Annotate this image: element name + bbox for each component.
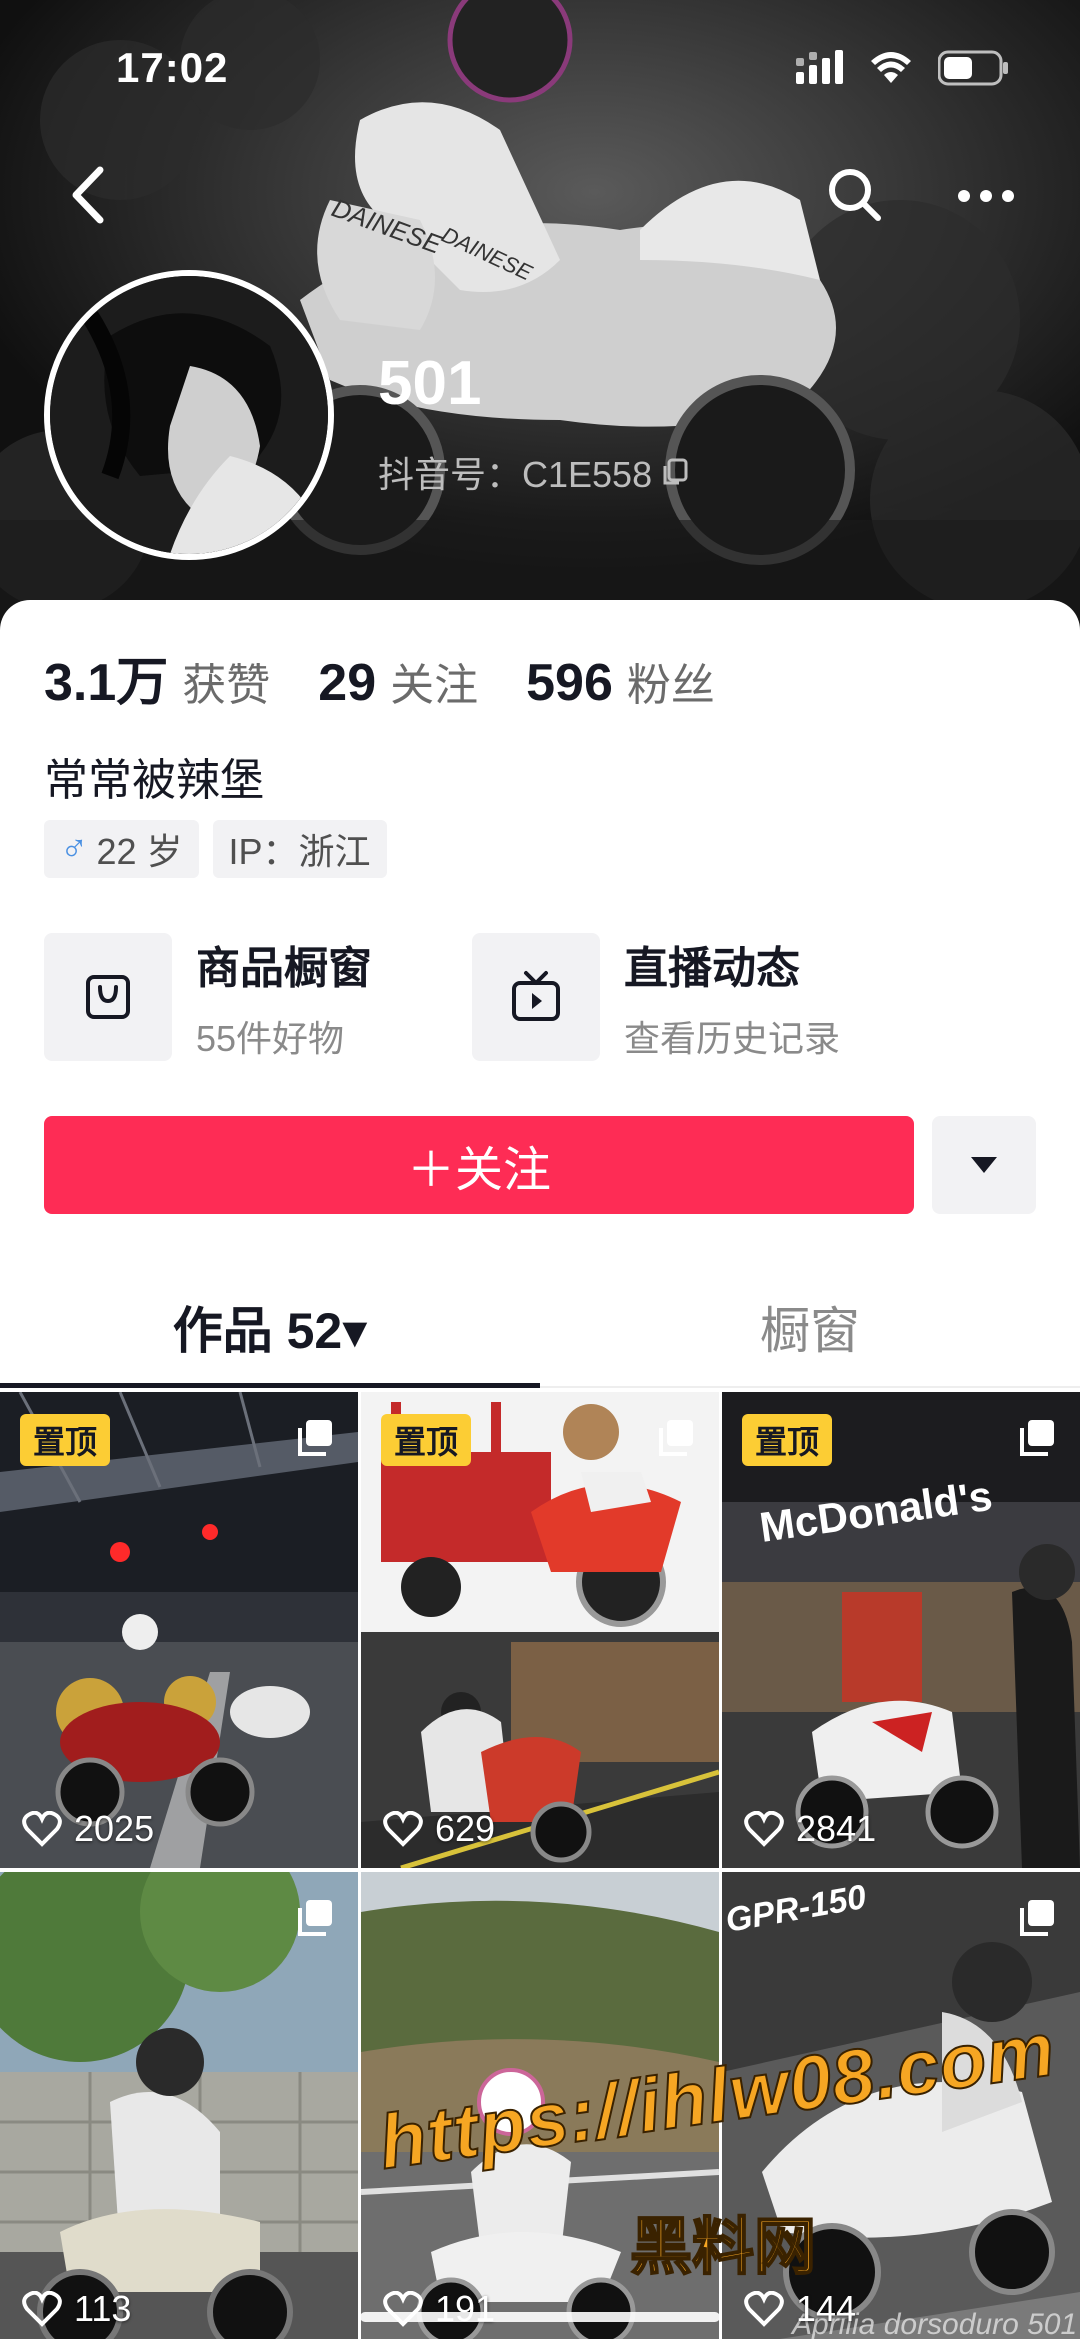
stat-followers-label: 粉丝: [626, 661, 715, 710]
multi-image-icon: [659, 1420, 693, 1456]
tab-showcase[interactable]: 橱窗: [540, 1268, 1080, 1386]
profile-shortcuts: 商品橱窗 55件好物 直播动态 查看历史记录: [44, 932, 900, 1062]
post-item[interactable]: McDonald's 置顶 2841: [722, 1392, 1080, 1868]
stat-likes: 3.1万 获赞: [44, 640, 270, 715]
post-likes-count: 629: [435, 1808, 496, 1849]
tab-active-indicator: [0, 1383, 540, 1388]
tag-ip: IP：浙江: [212, 820, 387, 878]
douyin-id[interactable]: 抖音号：C1E558: [378, 446, 690, 498]
profile-tags: ♂ 22 岁 IP：浙江: [44, 820, 387, 878]
post-item[interactable]: GPR-150 Aprilia dorsoduro 501 144: [722, 1872, 1080, 2339]
more-options-icon[interactable]: [956, 176, 1016, 216]
avatar-image: [50, 276, 328, 554]
post-likes-count: 191: [435, 2288, 496, 2329]
multi-image-icon: [298, 1420, 332, 1456]
shortcut-product-subtitle: 55件好物: [196, 1018, 345, 1059]
multi-image-icon: [1020, 1900, 1054, 1936]
tab-showcase-label: 橱窗: [760, 1303, 860, 1359]
status-bar: 17:02: [0, 0, 1080, 140]
multi-image-icon: [1020, 1420, 1054, 1456]
heart-icon: [22, 1811, 62, 1847]
shortcut-live-subtitle: 查看历史记录: [624, 1018, 841, 1059]
post-item[interactable]: 191: [361, 1872, 719, 2339]
shortcut-live-history[interactable]: 直播动态 查看历史记录: [472, 932, 900, 1062]
stat-following-label: 关注: [390, 661, 479, 710]
profile-bio: 常常被辣堡: [44, 756, 264, 805]
post-likes-count: 2025: [74, 1808, 155, 1849]
status-icons: [796, 50, 1010, 86]
stat-followers-value: 596: [526, 654, 613, 712]
profile-tabs: 作品 52▾ 橱窗: [0, 1268, 1080, 1388]
pinned-badge: 置顶: [381, 1414, 471, 1466]
post-likes: 191: [383, 2288, 495, 2330]
shopping-bag-icon: [44, 933, 172, 1061]
search-icon[interactable]: [824, 164, 884, 224]
post-likes: 2841: [744, 1808, 876, 1850]
stat-following[interactable]: 29 关注: [318, 649, 478, 713]
post-likes-count: 113: [74, 2288, 132, 2329]
home-indicator[interactable]: [360, 2312, 720, 2322]
wifi-icon: [871, 52, 911, 83]
heart-icon: [22, 2291, 62, 2327]
douyin-id-text: 抖音号：C1E558: [378, 454, 653, 495]
heart-icon: [744, 2291, 784, 2327]
stat-likes-value: 3.1万: [44, 654, 169, 712]
follow-button-label: ＋关注: [406, 1144, 551, 1197]
post-item[interactable]: 置顶 629: [361, 1392, 719, 1868]
post-likes: 113: [22, 2288, 131, 2330]
shortcut-product-text: 商品橱窗 55件好物: [196, 932, 372, 1062]
profile-cover: DAINESE DAINESE 17:02 501 抖音号：C1E558: [0, 0, 1080, 640]
tab-works[interactable]: 作品 52▾: [0, 1268, 540, 1388]
battery-icon: [938, 50, 1008, 86]
male-gender-icon: ♂: [60, 827, 89, 870]
post-item[interactable]: 113: [0, 1872, 358, 2339]
shortcut-live-title: 直播动态: [624, 944, 800, 993]
stat-followers[interactable]: 596 粉丝: [526, 649, 715, 713]
post-likes: 2025: [22, 1808, 154, 1850]
follow-dropdown-button[interactable]: [932, 1116, 1036, 1214]
username: 501: [378, 349, 482, 418]
back-arrow-icon[interactable]: [60, 160, 120, 230]
post-item[interactable]: 置顶 2025: [0, 1392, 358, 1868]
post-likes-count: 144: [796, 2288, 857, 2329]
shortcut-product-title: 商品橱窗: [196, 944, 372, 993]
cellular-signal-icon: [796, 50, 843, 84]
tag-age: ♂ 22 岁: [44, 820, 199, 878]
avatar[interactable]: [44, 270, 334, 560]
shortcut-product-showcase[interactable]: 商品橱窗 55件好物: [44, 932, 472, 1062]
multi-image-icon: [298, 1900, 332, 1936]
post-likes-count: 2841: [796, 1808, 877, 1849]
follow-button[interactable]: ＋关注: [44, 1116, 914, 1214]
stat-following-value: 29: [318, 654, 377, 712]
copy-icon[interactable]: [660, 457, 690, 487]
post-thumbnail: GPR-150 Aprilia dorsoduro 501: [722, 1872, 1080, 2339]
status-time: 17:02: [116, 44, 229, 91]
heart-icon: [383, 1811, 423, 1847]
post-thumbnail: [361, 1872, 719, 2339]
tab-works-label: 作品 52▾: [172, 1303, 368, 1359]
heart-icon: [744, 1811, 784, 1847]
post-likes: 144: [744, 2288, 856, 2330]
tv-icon: [472, 933, 600, 1061]
caret-down-icon: [971, 1157, 997, 1173]
pinned-badge: 置顶: [742, 1414, 832, 1466]
post-likes: 629: [383, 1808, 495, 1850]
tag-ip-text: IP：浙江: [228, 831, 371, 872]
stat-likes-label: 获赞: [182, 661, 271, 710]
pinned-badge: 置顶: [20, 1414, 110, 1466]
tag-age-text: 22 岁: [96, 831, 183, 872]
posts-grid: 置顶 2025 置顶 629 McDonald's 置顶 2841 113 19…: [0, 1392, 1080, 2339]
shortcut-live-text: 直播动态 查看历史记录: [624, 932, 840, 1062]
profile-stats: 3.1万 获赞 29 关注 596 粉丝: [44, 640, 763, 715]
post-thumbnail: [0, 1872, 358, 2339]
